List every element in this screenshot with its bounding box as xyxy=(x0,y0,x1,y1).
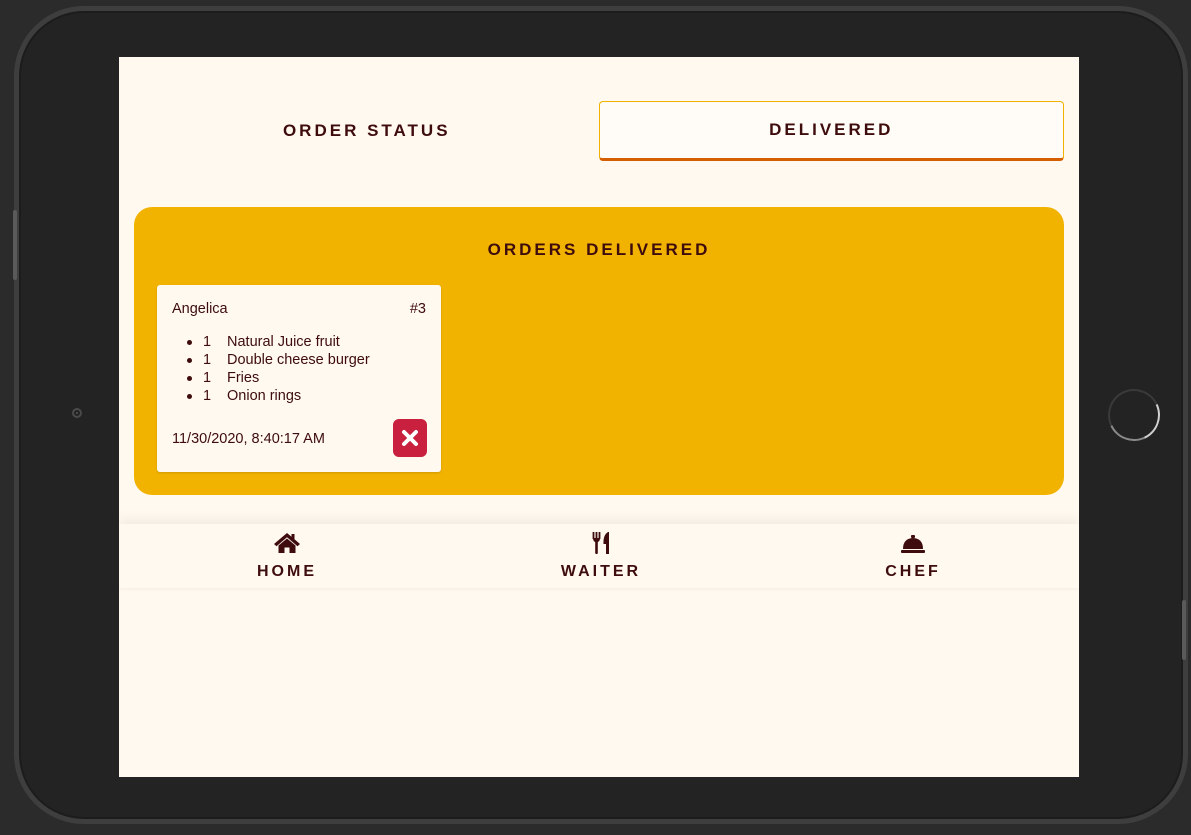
list-item: 1 Fries xyxy=(187,369,370,387)
item-qty: 1 xyxy=(203,370,212,386)
list-item: 1 Onion rings xyxy=(187,387,370,405)
item-qty: 1 xyxy=(203,352,212,368)
volume-button xyxy=(13,210,17,280)
utensils-icon xyxy=(592,532,609,554)
order-number: #3 xyxy=(409,301,426,317)
item-name: Double cheese burger xyxy=(227,352,370,368)
list-item: 1 Natural Juice fruit xyxy=(187,333,370,351)
tab-order-status[interactable]: ORDER STATUS xyxy=(135,101,599,161)
customer-name: Angelica xyxy=(172,301,228,317)
nav-home[interactable]: HOME xyxy=(207,524,367,588)
item-name: Onion rings xyxy=(227,388,302,404)
nav-waiter[interactable]: WAITER xyxy=(521,524,681,588)
orders-delivered-panel: ORDERS DELIVERED Angelica #3 1 Natural Ju… xyxy=(134,207,1064,495)
tab-delivered[interactable]: DELIVERED xyxy=(598,101,1064,161)
delete-order-button[interactable] xyxy=(393,419,427,457)
tab-bar: ORDER STATUS DELIVERED xyxy=(135,101,1064,161)
nav-chef[interactable]: CHEF xyxy=(833,524,993,588)
order-timestamp: 11/30/2020, 8:40:17 AM xyxy=(172,431,325,447)
list-item: 1 Double cheese burger xyxy=(187,351,370,369)
service-bell-icon xyxy=(901,535,925,553)
nav-chef-label: CHEF xyxy=(885,563,941,580)
order-items-list: 1 Natural Juice fruit 1 Double cheese burg… xyxy=(187,333,370,405)
item-qty: 1 xyxy=(203,334,212,350)
camera xyxy=(72,408,82,418)
nav-home-label: HOME xyxy=(257,563,317,580)
item-name: Fries xyxy=(227,370,260,386)
home-icon xyxy=(274,533,300,553)
item-name: Natural Juice fruit xyxy=(227,334,340,350)
panel-title: ORDERS DELIVERED xyxy=(487,240,711,259)
bottom-nav: HOME WAITER CHEF xyxy=(119,524,1079,588)
app-screen: ORDER STATUS DELIVERED ORDERS DELIVERED … xyxy=(119,57,1079,777)
order-card: Angelica #3 1 Natural Juice fruit 1 Double… xyxy=(157,285,441,472)
close-icon xyxy=(402,430,418,446)
volume-button-2 xyxy=(1182,600,1186,660)
nav-waiter-label: WAITER xyxy=(560,563,642,580)
item-qty: 1 xyxy=(203,388,212,404)
